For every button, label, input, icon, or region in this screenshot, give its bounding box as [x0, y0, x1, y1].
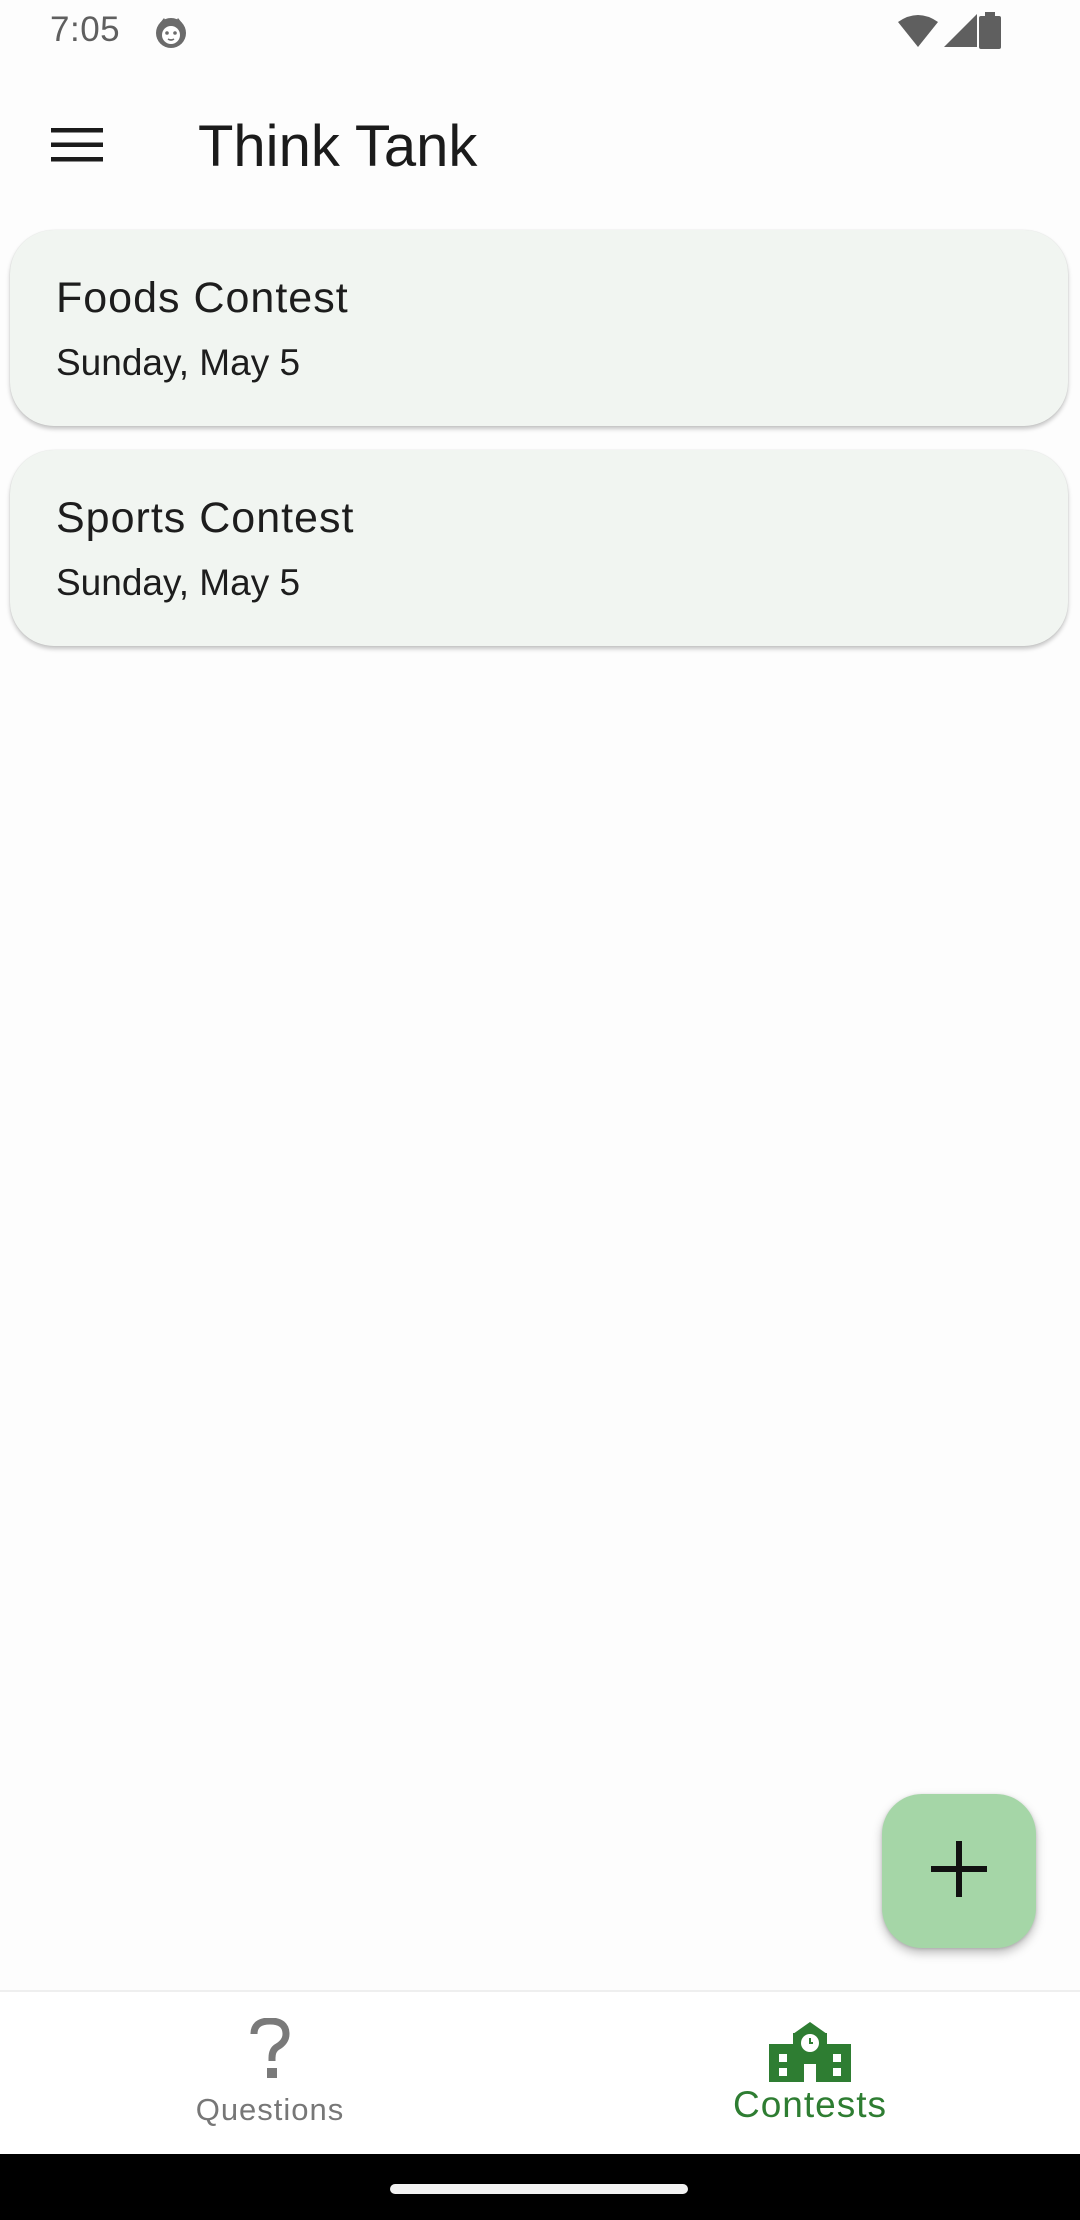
hamburger-menu-icon [51, 126, 103, 169]
top-app-bar: Think Tank [0, 66, 1080, 218]
home-gesture-handle[interactable] [390, 2184, 688, 2194]
status-bar: 7:05 [0, 0, 1080, 66]
system-navigation-bar [0, 2154, 1080, 2220]
school-building-icon [767, 2016, 853, 2087]
nav-label-contests: Contests [732, 2084, 887, 2125]
contest-title: Foods Contest [56, 274, 349, 322]
contest-card[interactable]: Sports Contest Sunday, May 5 [10, 450, 1068, 646]
battery-icon [978, 12, 1002, 55]
contest-date: Sunday, May 5 [56, 342, 301, 383]
nav-label-questions: Questions [195, 2092, 345, 2127]
wifi-icon [898, 14, 938, 53]
nav-item-contests[interactable]: Contests [540, 1992, 1080, 2156]
contest-list: Foods Contest Sunday, May 5 Sports Conte… [10, 230, 1070, 670]
plus-icon [931, 1840, 987, 1902]
signal-icon [944, 14, 978, 53]
menu-button[interactable] [36, 106, 118, 188]
status-icons [880, 12, 1080, 52]
add-contest-button[interactable] [882, 1794, 1036, 1948]
status-time: 7:05 [50, 10, 121, 49]
nav-item-questions[interactable]: Questions [0, 1992, 540, 2156]
app-screen: 7:05 Think Tank Foods Contest Sunday, Ma… [0, 0, 1080, 2220]
contest-date: Sunday, May 5 [56, 562, 301, 603]
page-title: Think Tank [198, 114, 478, 179]
question-mark-icon [250, 2017, 290, 2085]
contest-title: Sports Contest [56, 494, 355, 542]
contest-card[interactable]: Foods Contest Sunday, May 5 [10, 230, 1068, 426]
bottom-navigation: Questions Contests [0, 1990, 1080, 2156]
notification-cat-icon [153, 14, 189, 50]
